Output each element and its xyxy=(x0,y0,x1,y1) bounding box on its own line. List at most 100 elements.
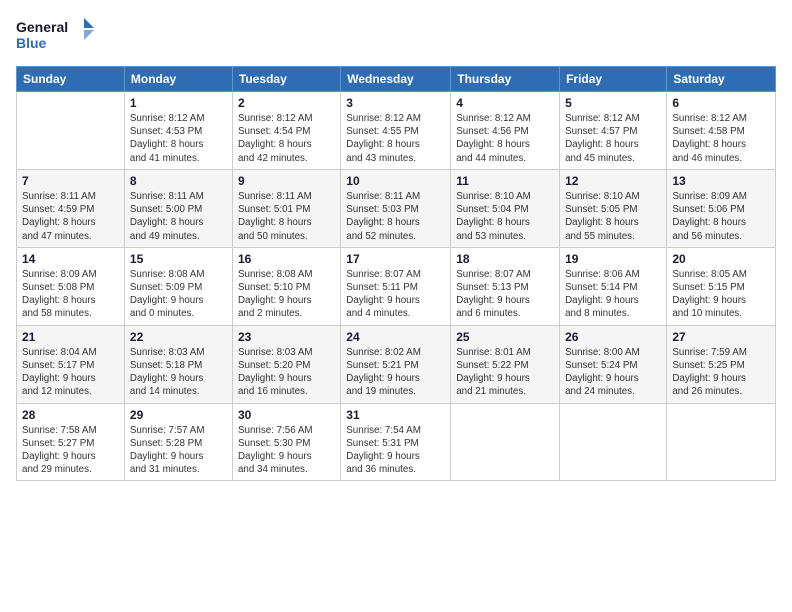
day-number: 22 xyxy=(130,330,227,344)
table-row: 26Sunrise: 8:00 AMSunset: 5:24 PMDayligh… xyxy=(560,325,667,403)
day-header-tuesday: Tuesday xyxy=(232,67,340,92)
day-number: 30 xyxy=(238,408,335,422)
day-number: 16 xyxy=(238,252,335,266)
day-number: 14 xyxy=(22,252,119,266)
day-number: 17 xyxy=(346,252,445,266)
logo: General Blue xyxy=(16,16,96,56)
logo-svg: General Blue xyxy=(16,16,96,56)
table-row xyxy=(667,403,776,481)
day-number: 19 xyxy=(565,252,661,266)
day-info: Sunrise: 8:12 AMSunset: 4:53 PMDaylight:… xyxy=(130,112,227,165)
day-info: Sunrise: 8:11 AMSunset: 5:01 PMDaylight:… xyxy=(238,190,335,243)
table-row: 7 Sunrise: 8:11 AMSunset: 4:59 PMDaylight… xyxy=(17,169,125,247)
day-number: 21 xyxy=(22,330,119,344)
day-info: Sunrise: 8:10 AMSunset: 5:05 PMDaylight:… xyxy=(565,190,661,243)
week-row-2: 7 Sunrise: 8:11 AMSunset: 4:59 PMDaylight… xyxy=(17,169,776,247)
day-number: 10 xyxy=(346,174,445,188)
day-info: Sunrise: 8:12 AMSunset: 4:56 PMDaylight:… xyxy=(456,112,554,165)
day-number: 23 xyxy=(238,330,335,344)
day-number: 28 xyxy=(22,408,119,422)
table-row: 28 Sunrise: 7:58 AMSunset: 5:27 PMDayligh… xyxy=(17,403,125,481)
day-number: 9 xyxy=(238,174,335,188)
table-row: 3Sunrise: 8:12 AMSunset: 4:55 PMDaylight… xyxy=(341,92,451,170)
day-info: Sunrise: 8:00 AMSunset: 5:24 PMDaylight:… xyxy=(565,346,661,399)
day-number: 7 xyxy=(22,174,119,188)
table-row: 14Sunrise: 8:09 AMSunset: 5:08 PMDayligh… xyxy=(17,247,125,325)
day-info: Sunrise: 8:07 AMSunset: 5:11 PMDaylight:… xyxy=(346,268,445,321)
day-info: Sunrise: 8:12 AMSunset: 4:58 PMDaylight:… xyxy=(672,112,770,165)
day-info: Sunrise: 7:58 AMSunset: 5:27 PMDaylight:… xyxy=(22,424,119,477)
day-number: 11 xyxy=(456,174,554,188)
day-number: 31 xyxy=(346,408,445,422)
table-row: 5 Sunrise: 8:12 AMSunset: 4:57 PMDaylight… xyxy=(560,92,667,170)
table-row: 29 Sunrise: 7:57 AMSunset: 5:28 PMDayligh… xyxy=(124,403,232,481)
calendar-page: General Blue SundayMondayTuesdayWednesda… xyxy=(0,0,792,612)
day-number: 6 xyxy=(672,96,770,110)
calendar-header-row: SundayMondayTuesdayWednesdayThursdayFrid… xyxy=(17,67,776,92)
table-row: 19 Sunrise: 8:06 AMSunset: 5:14 PMDayligh… xyxy=(560,247,667,325)
table-row: 16 Sunrise: 8:08 AMSunset: 5:10 PMDayligh… xyxy=(232,247,340,325)
day-info: Sunrise: 7:56 AMSunset: 5:30 PMDaylight:… xyxy=(238,424,335,477)
day-info: Sunrise: 8:11 AMSunset: 5:00 PMDaylight:… xyxy=(130,190,227,243)
day-info: Sunrise: 8:08 AMSunset: 5:10 PMDaylight:… xyxy=(238,268,335,321)
day-number: 2 xyxy=(238,96,335,110)
day-number: 20 xyxy=(672,252,770,266)
svg-text:Blue: Blue xyxy=(16,35,47,51)
day-info: Sunrise: 8:12 AMSunset: 4:57 PMDaylight:… xyxy=(565,112,661,165)
table-row: 22 Sunrise: 8:03 AMSunset: 5:18 PMDayligh… xyxy=(124,325,232,403)
table-row xyxy=(560,403,667,481)
svg-text:General: General xyxy=(16,19,68,35)
table-row: 9 Sunrise: 8:11 AMSunset: 5:01 PMDaylight… xyxy=(232,169,340,247)
day-number: 5 xyxy=(565,96,661,110)
day-info: Sunrise: 7:57 AMSunset: 5:28 PMDaylight:… xyxy=(130,424,227,477)
day-info: Sunrise: 7:59 AMSunset: 5:25 PMDaylight:… xyxy=(672,346,770,399)
day-info: Sunrise: 8:06 AMSunset: 5:14 PMDaylight:… xyxy=(565,268,661,321)
table-row: 15 Sunrise: 8:08 AMSunset: 5:09 PMDayligh… xyxy=(124,247,232,325)
week-row-4: 21 Sunrise: 8:04 AMSunset: 5:17 PMDayligh… xyxy=(17,325,776,403)
table-row: 30 Sunrise: 7:56 AMSunset: 5:30 PMDayligh… xyxy=(232,403,340,481)
table-row: 27 Sunrise: 7:59 AMSunset: 5:25 PMDayligh… xyxy=(667,325,776,403)
day-info: Sunrise: 8:04 AMSunset: 5:17 PMDaylight:… xyxy=(22,346,119,399)
table-row: 10Sunrise: 8:11 AMSunset: 5:03 PMDayligh… xyxy=(341,169,451,247)
day-header-friday: Friday xyxy=(560,67,667,92)
table-row: 24Sunrise: 8:02 AMSunset: 5:21 PMDayligh… xyxy=(341,325,451,403)
day-header-sunday: Sunday xyxy=(17,67,125,92)
day-header-thursday: Thursday xyxy=(451,67,560,92)
table-row: 21 Sunrise: 8:04 AMSunset: 5:17 PMDayligh… xyxy=(17,325,125,403)
day-info: Sunrise: 8:12 AMSunset: 4:54 PMDaylight:… xyxy=(238,112,335,165)
day-info: Sunrise: 8:07 AMSunset: 5:13 PMDaylight:… xyxy=(456,268,554,321)
day-number: 12 xyxy=(565,174,661,188)
day-number: 13 xyxy=(672,174,770,188)
table-row: 25Sunrise: 8:01 AMSunset: 5:22 PMDayligh… xyxy=(451,325,560,403)
table-row: 2 Sunrise: 8:12 AMSunset: 4:54 PMDaylight… xyxy=(232,92,340,170)
table-row: 8 Sunrise: 8:11 AMSunset: 5:00 PMDaylight… xyxy=(124,169,232,247)
day-info: Sunrise: 8:11 AMSunset: 4:59 PMDaylight:… xyxy=(22,190,119,243)
table-row: 20 Sunrise: 8:05 AMSunset: 5:15 PMDayligh… xyxy=(667,247,776,325)
table-row: 11 Sunrise: 8:10 AMSunset: 5:04 PMDayligh… xyxy=(451,169,560,247)
table-row: 6 Sunrise: 8:12 AMSunset: 4:58 PMDaylight… xyxy=(667,92,776,170)
day-header-saturday: Saturday xyxy=(667,67,776,92)
day-info: Sunrise: 8:08 AMSunset: 5:09 PMDaylight:… xyxy=(130,268,227,321)
week-row-5: 28 Sunrise: 7:58 AMSunset: 5:27 PMDayligh… xyxy=(17,403,776,481)
table-row: 12 Sunrise: 8:10 AMSunset: 5:05 PMDayligh… xyxy=(560,169,667,247)
day-number: 4 xyxy=(456,96,554,110)
day-info: Sunrise: 8:01 AMSunset: 5:22 PMDaylight:… xyxy=(456,346,554,399)
day-number: 15 xyxy=(130,252,227,266)
day-info: Sunrise: 8:09 AMSunset: 5:06 PMDaylight:… xyxy=(672,190,770,243)
table-row: 18 Sunrise: 8:07 AMSunset: 5:13 PMDayligh… xyxy=(451,247,560,325)
table-row: 13 Sunrise: 8:09 AMSunset: 5:06 PMDayligh… xyxy=(667,169,776,247)
day-number: 29 xyxy=(130,408,227,422)
day-number: 18 xyxy=(456,252,554,266)
day-info: Sunrise: 8:03 AMSunset: 5:20 PMDaylight:… xyxy=(238,346,335,399)
table-row xyxy=(17,92,125,170)
week-row-1: 1 Sunrise: 8:12 AMSunset: 4:53 PMDaylight… xyxy=(17,92,776,170)
day-number: 1 xyxy=(130,96,227,110)
day-info: Sunrise: 8:05 AMSunset: 5:15 PMDaylight:… xyxy=(672,268,770,321)
day-number: 27 xyxy=(672,330,770,344)
day-info: Sunrise: 8:02 AMSunset: 5:21 PMDaylight:… xyxy=(346,346,445,399)
day-header-wednesday: Wednesday xyxy=(341,67,451,92)
header: General Blue xyxy=(16,16,776,56)
day-number: 8 xyxy=(130,174,227,188)
day-info: Sunrise: 8:03 AMSunset: 5:18 PMDaylight:… xyxy=(130,346,227,399)
day-info: Sunrise: 8:10 AMSunset: 5:04 PMDaylight:… xyxy=(456,190,554,243)
